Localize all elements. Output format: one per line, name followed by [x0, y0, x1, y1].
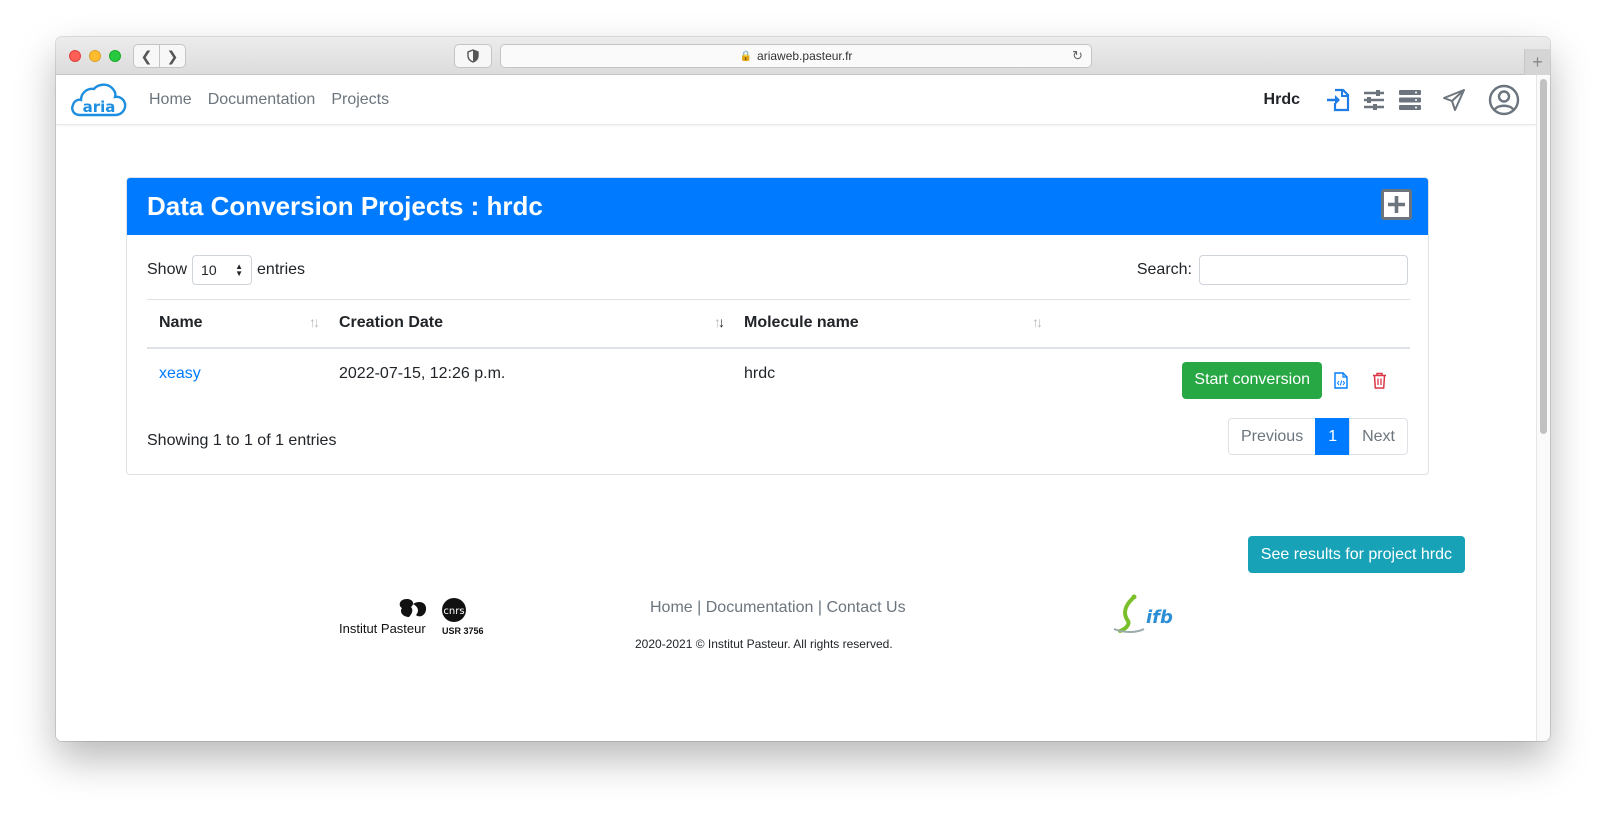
footer-separator: |: [697, 599, 702, 616]
column-header-molecule-name[interactable]: Molecule name ↑↓: [732, 299, 1050, 349]
address-bar[interactable]: 🔒 ariaweb.pasteur.fr ↻: [500, 44, 1092, 68]
usr-label: USR 3756: [442, 626, 484, 636]
ifb-logo[interactable]: ifb: [1110, 593, 1184, 640]
main-nav: Home Documentation Projects: [149, 75, 389, 125]
aria-logo[interactable]: aria: [70, 81, 128, 124]
project-name-link[interactable]: xeasy: [159, 365, 201, 382]
footer-link-documentation[interactable]: Documentation: [706, 599, 814, 616]
privacy-shield-icon[interactable]: [454, 44, 492, 68]
page-content: aria Home Documentation Projects Hrdc Da…: [56, 75, 1536, 741]
server-icon[interactable]: [1398, 89, 1422, 111]
browser-window: ❮ ❯ 🔒 ariaweb.pasteur.fr ↻ + aria Home D…: [56, 37, 1550, 741]
nav-link-home[interactable]: Home: [149, 91, 192, 109]
length-prefix: Show: [147, 261, 188, 278]
back-icon[interactable]: ❮: [134, 45, 160, 67]
lock-icon: 🔒: [739, 50, 753, 62]
column-header-name[interactable]: Name ↑↓: [147, 299, 327, 349]
projects-table: Name ↑↓ Creation Date ↑↓ Molecule name ↑…: [147, 299, 1410, 410]
table-info: Showing 1 to 1 of 1 entries: [147, 432, 337, 449]
search-control: Search:: [1137, 255, 1408, 285]
scrollbar-thumb[interactable]: [1540, 79, 1547, 434]
pagination-previous[interactable]: Previous: [1227, 418, 1317, 455]
aria-logo-text: aria: [83, 98, 116, 116]
row-actions: Start conversion: [1062, 361, 1398, 399]
sort-desc-icon: ↑↓: [714, 314, 725, 330]
pagination-page-1[interactable]: 1: [1315, 418, 1351, 455]
username-label: Hrdc: [1263, 91, 1300, 108]
reload-icon[interactable]: ↻: [1072, 48, 1083, 64]
entries-select-value: 10: [201, 262, 217, 278]
entries-select[interactable]: 10 ▲ ▼: [192, 255, 253, 285]
user-nav: Hrdc: [1264, 75, 1520, 125]
footer-separator: |: [817, 599, 822, 616]
forward-icon[interactable]: ❯: [160, 45, 185, 67]
paper-plane-icon[interactable]: [1442, 88, 1466, 112]
creation-date-cell: 2022-07-15, 12:26 p.m.: [339, 364, 506, 382]
zoom-window-button[interactable]: [109, 50, 121, 62]
search-label: Search:: [1136, 261, 1192, 278]
column-header-creation-date[interactable]: Creation Date ↑↓: [327, 299, 732, 349]
url-text: ariaweb.pasteur.fr: [757, 49, 853, 63]
user-circle-icon[interactable]: [1488, 84, 1520, 116]
trash-icon[interactable]: [1360, 372, 1398, 389]
select-arrows-icon: ▲ ▼: [235, 262, 244, 278]
top-navbar: aria Home Documentation Projects Hrdc: [56, 75, 1536, 125]
nav-link-projects[interactable]: Projects: [331, 91, 389, 109]
sort-icon: ↑↓: [1032, 314, 1043, 330]
minimize-window-button[interactable]: [89, 50, 101, 62]
footer-link-home[interactable]: Home: [650, 599, 693, 616]
pagination-next[interactable]: Next: [1349, 418, 1408, 455]
plus-icon: [1388, 196, 1405, 213]
ifb-logo-text: ifb: [1146, 607, 1173, 628]
browser-toolbar: ❮ ❯ 🔒 ariaweb.pasteur.fr ↻ +: [56, 37, 1550, 75]
search-input[interactable]: [1199, 255, 1408, 285]
entries-length-control: Show 10 ▲ ▼ entries: [147, 255, 305, 285]
projects-card: Data Conversion Projects : hrdc Show 10 …: [126, 177, 1429, 475]
footer-link-contact-us[interactable]: Contact Us: [826, 599, 905, 616]
molecule-name-cell: hrdc: [744, 364, 776, 382]
pasteur-logo-text: Institut Pasteur: [339, 621, 426, 636]
page-title: Data Conversion Projects : hrdc: [147, 191, 543, 221]
file-import-icon[interactable]: [1326, 88, 1350, 112]
history-buttons: ❮ ❯: [133, 44, 186, 68]
cnrs-logo-text: cnrs: [443, 606, 464, 617]
see-results-button[interactable]: See results for project hrdc: [1247, 536, 1465, 573]
sliders-icon[interactable]: [1362, 89, 1386, 111]
length-suffix: entries: [257, 261, 306, 278]
footer-copyright: 2020-2021 © Institut Pasteur. All rights…: [635, 637, 893, 651]
pagination: Previous 1 Next: [1227, 418, 1408, 455]
table-row: xeasy 2022-07-15, 12:26 p.m. hrdc Start …: [147, 348, 1410, 410]
start-conversion-button[interactable]: Start conversion: [1182, 361, 1322, 399]
nav-link-documentation[interactable]: Documentation: [208, 91, 316, 109]
sort-icon: ↑↓: [309, 314, 320, 330]
column-header-actions: [1050, 299, 1410, 349]
add-project-button[interactable]: [1381, 189, 1412, 220]
institut-pasteur-logo[interactable]: cnrs Institut Pasteur USR 3756: [339, 596, 491, 643]
new-tab-button[interactable]: +: [1524, 49, 1550, 75]
footer-links: Home | Documentation | Contact Us: [650, 599, 906, 617]
card-header: Data Conversion Projects : hrdc: [127, 178, 1428, 235]
file-code-icon[interactable]: [1322, 371, 1360, 389]
page-scrollbar[interactable]: [1536, 75, 1550, 741]
close-window-button[interactable]: [69, 50, 81, 62]
